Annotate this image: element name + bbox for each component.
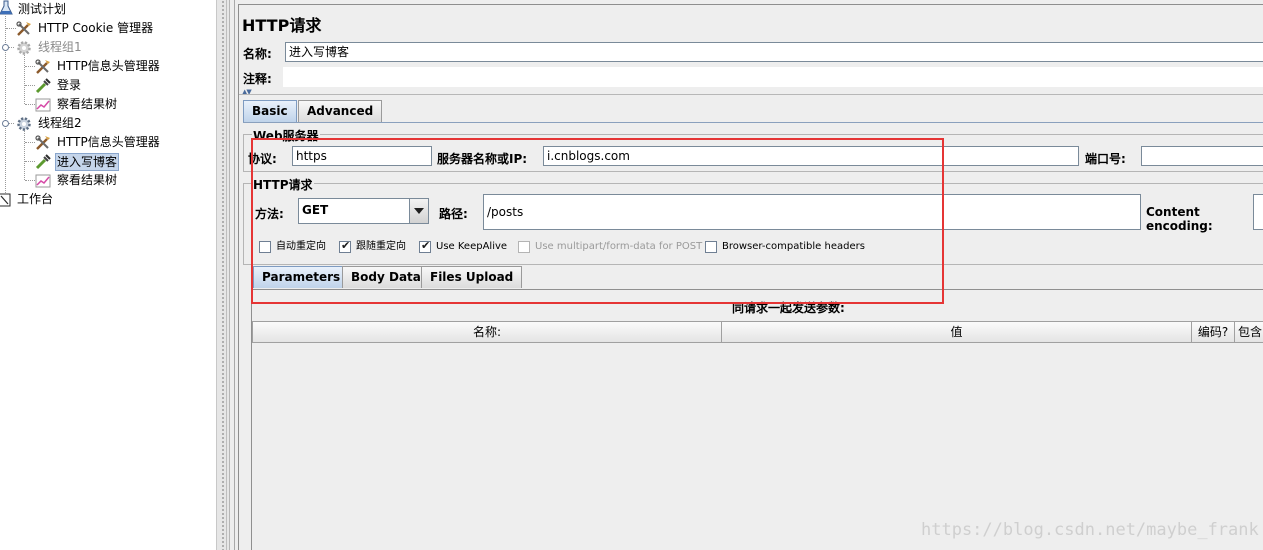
tree-node-label: 察看结果树 (57, 97, 118, 111)
name-label: 名称: (243, 47, 272, 61)
workbench-icon (0, 193, 11, 207)
checkbox-label: 跟随重定向 (356, 241, 406, 252)
pipette-icon (35, 154, 51, 170)
gear-icon (17, 41, 31, 55)
tree-node-results-tree-2[interactable]: 察看结果树 (0, 171, 216, 190)
tree-node-thread-group-1[interactable]: 线程组1 (0, 38, 216, 57)
parameters-caption: 同请求一起发送参数: (732, 301, 845, 315)
http-request-group-title: HTTP请求 (252, 176, 314, 193)
tree-node-results-tree-1[interactable]: 察看结果树 (0, 95, 216, 114)
checkbox-box (705, 241, 717, 253)
tree-node-cookie-manager[interactable]: HTTP Cookie 管理器 (0, 19, 216, 38)
content-encoding-label: Content encoding: (1146, 205, 1213, 233)
checkbox-box (419, 239, 431, 253)
checkbox-box (518, 241, 530, 253)
watermark: https://blog.csdn.net/maybe_frank (921, 520, 1259, 540)
chevron-down-icon (414, 208, 424, 214)
tree-node-label: HTTP信息头管理器 (57, 59, 160, 73)
method-label: 方法: (255, 207, 284, 221)
comment-field[interactable] (283, 67, 1263, 87)
protocol-field[interactable]: https (292, 146, 432, 166)
tree-node-label: 线程组1 (38, 40, 82, 54)
column-header-encode[interactable]: 编码? (1192, 321, 1235, 343)
column-header-value[interactable]: 值 (722, 321, 1192, 343)
chart-icon (35, 174, 51, 188)
path-field[interactable]: /posts (483, 194, 1141, 230)
tree-node-login[interactable]: 登录 (0, 76, 216, 95)
web-server-group-title: Web服务器 (252, 127, 320, 144)
tree-node-thread-group-2[interactable]: 线程组2 (0, 114, 216, 133)
divider-line (226, 0, 227, 550)
tree-node-header-manager-2[interactable]: HTTP信息头管理器 (0, 133, 216, 152)
tree-node-label: HTTP信息头管理器 (57, 135, 160, 149)
checkbox-label: Use multipart/form-data for POST (535, 241, 703, 252)
tab-body-data[interactable]: Body Data (342, 266, 430, 288)
method-select[interactable]: GET (298, 198, 429, 224)
parameters-table[interactable] (252, 343, 1263, 550)
page-title: HTTP请求 (242, 16, 322, 35)
content-encoding-field[interactable] (1253, 194, 1263, 230)
tools-icon (35, 59, 50, 74)
tools-icon (35, 135, 50, 150)
name-field[interactable]: 进入写博客 (285, 42, 1263, 62)
tree-node-label: 线程组2 (38, 116, 82, 130)
tools-icon (16, 21, 31, 36)
column-header-include[interactable]: 包含 (1235, 321, 1263, 343)
checkbox-label: Browser-compatible headers (722, 241, 865, 252)
server-field[interactable]: i.cnblogs.com (543, 146, 1079, 166)
tree-node-enter-blog[interactable]: 进入写博客 (0, 152, 216, 171)
tree-node-label: 测试计划 (18, 2, 67, 16)
tab-strip-border (243, 122, 1263, 123)
tab-advanced[interactable]: Advanced (298, 100, 383, 122)
tree-node-workbench[interactable]: 工作台 (0, 190, 216, 209)
checkbox-box (259, 241, 271, 253)
comment-label: 注释: (243, 72, 272, 86)
tree-node-label: 察看结果树 (57, 173, 118, 187)
tab-files-upload[interactable]: Files Upload (421, 266, 523, 288)
protocol-label: 协议: (248, 152, 277, 166)
divider (239, 94, 1263, 95)
tree-node-label: HTTP Cookie 管理器 (38, 21, 154, 35)
gear-icon (17, 117, 31, 131)
drag-grip (221, 0, 225, 550)
flask-icon (0, 0, 13, 15)
dropdown-button[interactable] (409, 199, 428, 223)
chart-icon (35, 98, 51, 112)
test-plan-tree[interactable]: 测试计划 HTTP Cookie 管理器 线程组1 HTTP信息头管理器 登录 … (0, 0, 216, 550)
path-label: 路径: (439, 207, 468, 221)
tree-node-header-manager-1[interactable]: HTTP信息头管理器 (0, 57, 216, 76)
parameters-panel: 同请求一起发送参数: 名称: 值 编码? 包含 (251, 289, 1263, 550)
server-label: 服务器名称或IP: (437, 152, 528, 166)
checkbox-box (339, 239, 351, 253)
method-value: GET (302, 203, 329, 217)
split-pane-divider[interactable] (216, 0, 230, 550)
pipette-icon (35, 78, 51, 94)
tree-node-label: 进入写博客 (55, 153, 120, 171)
tab-basic[interactable]: Basic (243, 100, 297, 122)
collapse-icon[interactable] (2, 120, 9, 127)
checkbox-label: 自动重定向 (276, 241, 326, 252)
http-request-panel: HTTP请求 名称: 进入写博客 注释: ▲▼ Basic Advanced W… (234, 0, 1263, 550)
port-field[interactable] (1141, 146, 1263, 166)
tree-node-label: 工作台 (17, 192, 54, 206)
tab-parameters[interactable]: Parameters (253, 266, 350, 288)
tree-node-test-plan[interactable]: 测试计划 (0, 0, 216, 19)
tree-node-label: 登录 (57, 78, 82, 92)
collapse-icon[interactable] (2, 44, 9, 51)
column-header-name[interactable]: 名称: (252, 321, 722, 343)
checkbox-label: Use KeepAlive (436, 241, 508, 252)
port-label: 端口号: (1085, 152, 1126, 166)
